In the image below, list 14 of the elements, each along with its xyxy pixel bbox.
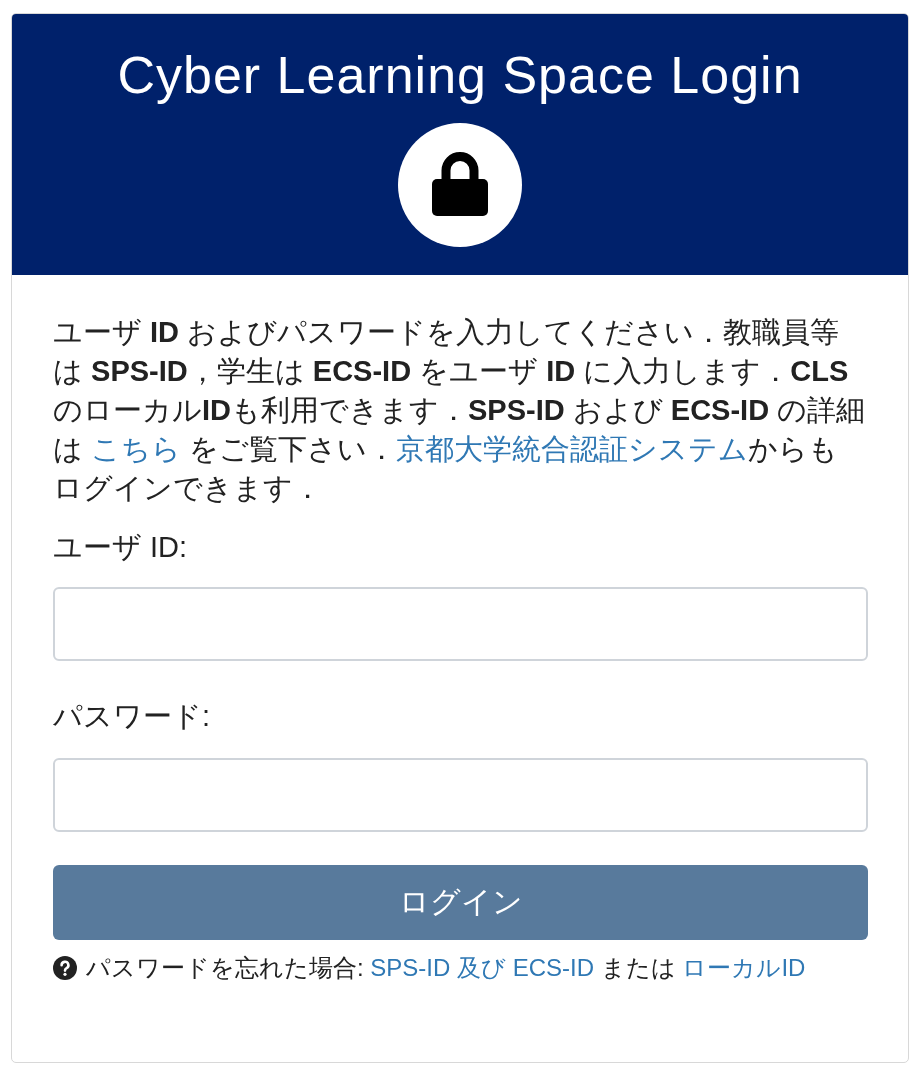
inline-link[interactable]: 京都大学統合認証システム [396, 433, 749, 465]
instructions-text: ユーザ ID およびパスワードを入力してください．教職員等は SPS-ID，学生は ECS-ID をユーザ ID に入力します．CLS のローカルIDも利用できます．SPS-ID および ECS-ID の詳細は こちら をご覧下さい．京都大学統合認証システムからもログインできます． [53, 315, 867, 506]
lock-icon [398, 123, 522, 247]
page-title: Cyber Learning Space Login [117, 45, 803, 105]
inline-link[interactable]: SPS-ID 及び ECS-ID [370, 954, 595, 981]
inline-link[interactable]: ローカルID [682, 954, 806, 981]
inline-link[interactable]: こちら [91, 433, 182, 465]
input-field[interactable] [53, 587, 868, 661]
help-icon [53, 956, 77, 980]
input-field[interactable] [53, 758, 868, 832]
forgot-password-text: パスワードを忘れた場合: SPS-ID 及び ECS-ID または ローカルID [86, 953, 806, 983]
login-button[interactable]: ログイン [53, 865, 868, 940]
field-label: パスワード: [53, 699, 212, 734]
field-label: ユーザ ID: [53, 530, 189, 565]
